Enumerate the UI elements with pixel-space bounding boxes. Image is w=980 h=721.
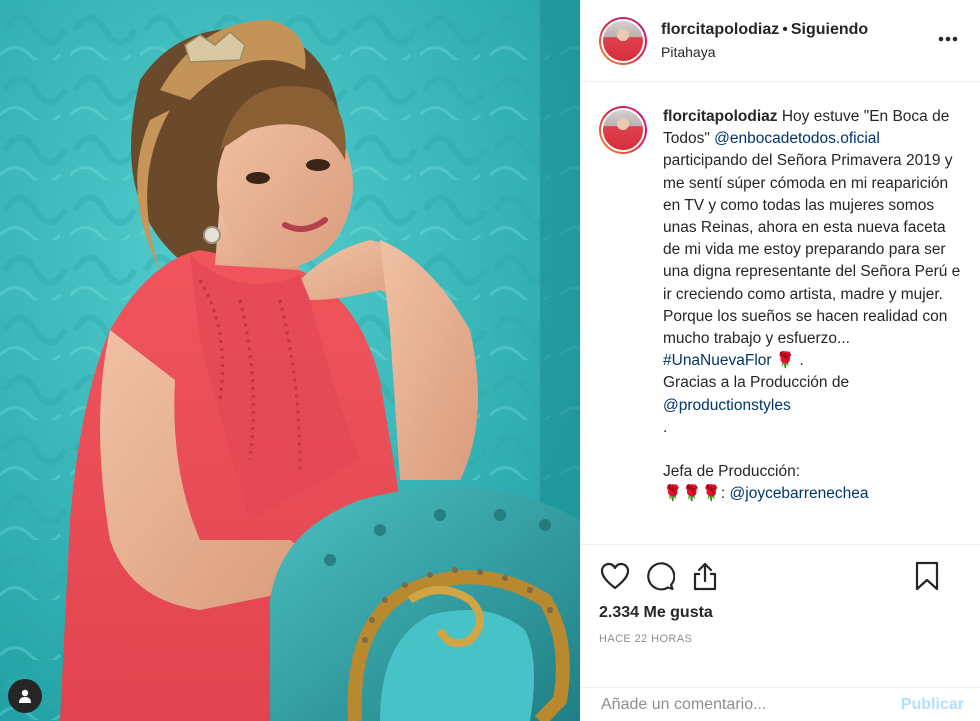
caption-text-segment: 🌹 . [771, 352, 804, 370]
caption-text-segment: Gracias a la Producción de [663, 374, 850, 392]
publish-button[interactable]: Publicar [901, 696, 964, 714]
follow-status-button[interactable]: Siguiendo [791, 21, 868, 38]
heart-icon[interactable] [599, 560, 631, 592]
author-username[interactable]: florcitapolodiaz [661, 21, 779, 38]
post-location[interactable]: Pitahaya [661, 44, 868, 60]
post-timestamp[interactable]: Hace 22 horas [599, 633, 964, 645]
separator-dot: • [782, 21, 788, 38]
comment-icon[interactable] [644, 560, 676, 592]
caption-text: florcitapolodiaz Hoy estuve "En Boca de … [663, 106, 964, 506]
comment-input[interactable] [601, 695, 901, 714]
author-avatar[interactable] [599, 16, 647, 65]
caption-text-segment: 🌹🌹🌹: [663, 485, 730, 503]
caption-text-segment: Jefa de Producción: [663, 463, 801, 481]
more-horizontal-icon[interactable] [938, 30, 958, 42]
post-photo-illustration [0, 0, 580, 721]
caption-text-segment: . [663, 418, 668, 436]
caption-text-segment: Porque los sueños se hacen realidad con … [663, 307, 948, 348]
caption-link[interactable]: @enbocadetodos.oficial [714, 130, 880, 147]
post-details-panel: florcitapolodiaz • Siguiendo Pitahaya flor… [580, 0, 980, 721]
caption-author-avatar[interactable] [599, 106, 647, 154]
caption-comment: florcitapolodiaz Hoy estuve "En Boca de … [599, 106, 964, 506]
post-image[interactable] [0, 0, 580, 721]
comments-area[interactable]: florcitapolodiaz Hoy estuve "En Boca de … [581, 82, 980, 544]
caption-text-segment: participando del Señora Primavera 2019 y… [663, 152, 961, 303]
add-comment-bar: Publicar [581, 687, 980, 721]
share-icon[interactable] [689, 560, 721, 592]
caption-link[interactable]: #UnaNuevaFlor [663, 352, 772, 369]
caption-link[interactable]: @productionstyles [663, 397, 791, 414]
tagged-user-icon[interactable] [8, 679, 42, 713]
post-header: florcitapolodiaz • Siguiendo Pitahaya [581, 0, 980, 82]
caption-username[interactable]: florcitapolodiaz [663, 108, 778, 125]
caption-link[interactable]: @joycebarrenechea [730, 485, 869, 502]
bookmark-icon[interactable] [911, 560, 943, 592]
post-actions: 2.334 Me gusta Hace 22 horas [581, 544, 980, 645]
